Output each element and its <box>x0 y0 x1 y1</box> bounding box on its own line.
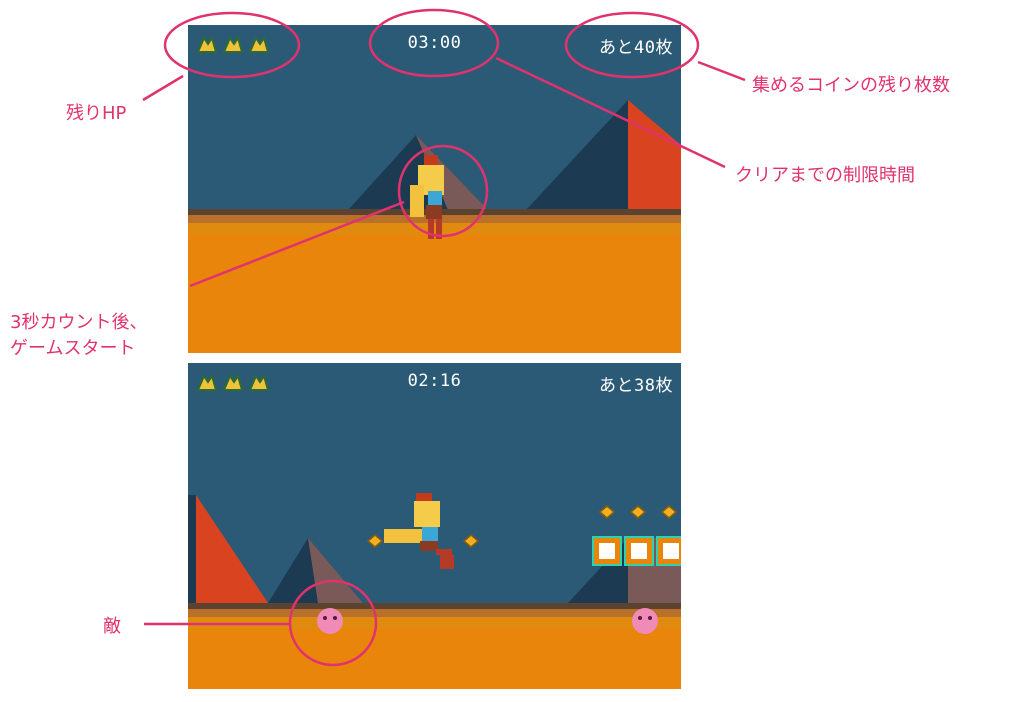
ground <box>188 235 681 353</box>
coins-pointer-line <box>697 60 746 82</box>
annotation-coins: 集めるコインの残り枚数 <box>752 75 950 96</box>
coins-remaining: あと40枚 <box>599 38 673 58</box>
block <box>592 536 622 566</box>
pyramid-light <box>628 100 681 210</box>
block <box>624 536 654 566</box>
annotation-hp: 残りHP <box>66 103 127 124</box>
game-screen-playing: 02:16 あと38枚 <box>188 363 681 689</box>
annotation-start-line2: ゲームスタート <box>10 338 136 359</box>
annotation-start-line1: 3秒カウント後、 <box>10 312 148 333</box>
enemy <box>632 608 658 634</box>
coin <box>629 505 647 519</box>
coin <box>660 505 678 519</box>
annotation-time-limit: クリアまでの制限時間 <box>735 165 915 186</box>
block <box>656 536 681 566</box>
coin <box>462 534 480 548</box>
game-screen-start: 03:00 あと40枚 <box>188 25 681 353</box>
scene-background <box>188 493 681 689</box>
coin <box>598 505 616 519</box>
coin <box>366 534 384 548</box>
coins-remaining: あと38枚 <box>599 376 673 396</box>
annotation-enemy: 敵 <box>103 616 121 637</box>
hp-pointer-line <box>142 74 184 102</box>
ground <box>188 629 681 689</box>
enemy <box>317 608 343 634</box>
scene-background <box>188 100 681 353</box>
pyramid-light <box>188 495 268 603</box>
player-character <box>384 493 454 569</box>
